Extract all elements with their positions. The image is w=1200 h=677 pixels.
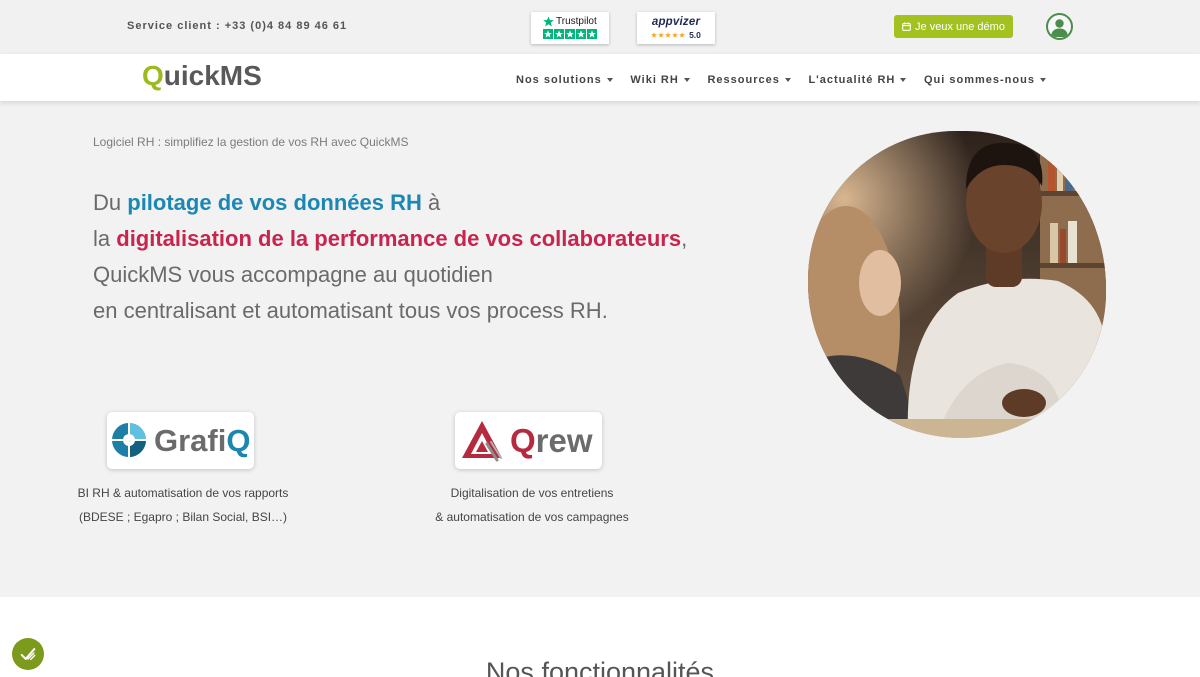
nav-item-label: Wiki RH xyxy=(630,74,679,86)
top-bar: Service client : +33 (0)4 84 89 46 61 Tr… xyxy=(0,0,1200,54)
features-section: Nos fonctionnalités xyxy=(0,597,1200,677)
headline-text: , xyxy=(681,226,688,251)
demo-request-label: Je veux une démo xyxy=(915,20,1005,33)
hero-section: Logiciel RH : simplifiez la gestion de v… xyxy=(0,101,1200,597)
trustpilot-star-icon xyxy=(576,29,586,39)
trustpilot-label: Trustpilot xyxy=(556,15,597,27)
headline-highlight-red: digitalisation de la performance de vos … xyxy=(116,226,682,251)
features-title: Nos fonctionnalités xyxy=(485,657,715,677)
nav-item-label: Ressources xyxy=(707,74,780,86)
headline-line-4: en centralisant et automatisant tous vos… xyxy=(93,298,608,323)
caption-line: (BDESE ; Egapro ; Bilan Social, BSI…) xyxy=(78,510,288,524)
headline-line-2: la digitalisation de la performance de v… xyxy=(93,221,687,257)
caret-down-icon xyxy=(683,78,690,82)
trustpilot-badge[interactable]: Trustpilot xyxy=(531,12,609,44)
appvizer-star-icon xyxy=(665,32,671,38)
appvizer-rating-value: 5.0 xyxy=(689,30,701,40)
appvizer-rating-row: 5.0 xyxy=(637,30,715,40)
appvizer-star-icon xyxy=(672,32,678,38)
trustpilot-star-icon xyxy=(554,29,564,39)
logo-text: Grafi xyxy=(154,423,227,458)
logo-accent-letter: Q xyxy=(142,60,164,91)
headline-text: la xyxy=(93,226,117,251)
caret-down-icon xyxy=(1039,78,1046,82)
nav-menu: Nos solutions Wiki RH Ressources L'actua… xyxy=(516,73,1046,87)
logo-text: uickMS xyxy=(163,60,262,91)
caret-down-icon xyxy=(784,78,791,82)
trustpilot-header: Trustpilot xyxy=(543,15,597,28)
headline-line-3: QuickMS vous accompagne au quotidien xyxy=(93,262,493,287)
nav-item-wiki-rh[interactable]: Wiki RH xyxy=(630,73,690,87)
grafiq-logo-text: GrafiQ xyxy=(154,412,250,469)
trustpilot-star-icon xyxy=(543,16,554,27)
caption-line: & automatisation de vos campagnes xyxy=(435,510,629,524)
hero-kicker: Logiciel RH : simplifiez la gestion de v… xyxy=(93,135,409,149)
appvizer-star-icon xyxy=(679,32,685,38)
calendar-icon xyxy=(902,22,911,31)
trustpilot-star-icon xyxy=(587,29,597,39)
trustpilot-star-icon xyxy=(543,29,553,39)
logo-accent-letter: Q xyxy=(510,422,536,459)
logo-text: rew xyxy=(535,422,593,459)
quickms-logo[interactable]: QuickMS xyxy=(142,60,262,92)
headline-line-1: Du pilotage de vos données RH à xyxy=(93,185,687,221)
hero-photo xyxy=(808,131,1106,438)
logo-accent-letter: Q xyxy=(226,423,251,458)
headline-highlight-blue: pilotage de vos données RH xyxy=(127,190,422,215)
caption-line: Digitalisation de vos entretiens xyxy=(450,486,614,500)
nav-item-nos-solutions[interactable]: Nos solutions xyxy=(516,73,613,87)
user-icon[interactable] xyxy=(1046,13,1073,40)
qrew-logo-icon xyxy=(462,418,506,462)
qrew-logo-text: Qrew xyxy=(510,412,593,469)
hero-headline: Du pilotage de vos données RH à la digit… xyxy=(93,185,687,329)
main-navigation: QuickMS Nos solutions Wiki RH Ressources… xyxy=(0,54,1200,101)
product-card-grafiq[interactable]: GrafiQ xyxy=(107,412,254,469)
headline-text: Du xyxy=(93,190,128,215)
caret-down-icon xyxy=(900,78,907,82)
customer-service-phone: Service client : +33 (0)4 84 89 46 61 xyxy=(127,20,348,32)
caret-down-icon xyxy=(606,78,613,82)
grafiq-caption: BI RH & automatisation de vos rapports (… xyxy=(58,481,308,529)
caption-line: BI RH & automatisation de vos rapports xyxy=(77,486,289,500)
nav-item-label: L'actualité RH xyxy=(808,74,896,86)
grafiq-logo-icon xyxy=(111,422,147,458)
nav-item-qui-sommes-nous[interactable]: Qui sommes-nous xyxy=(924,73,1046,87)
nav-item-label: Qui sommes-nous xyxy=(924,74,1035,86)
appvizer-label: appvizer xyxy=(651,16,701,28)
nav-item-ressources[interactable]: Ressources xyxy=(707,73,791,87)
nav-item-label: Nos solutions xyxy=(516,74,602,86)
appvizer-badge[interactable]: appvizer 5.0 xyxy=(637,12,715,44)
appvizer-star-icon xyxy=(651,32,657,38)
trustpilot-rating-stars xyxy=(543,29,597,39)
nav-item-actualite-rh[interactable]: L'actualité RH xyxy=(808,73,907,87)
appvizer-star-icon xyxy=(658,32,664,38)
product-card-qrew[interactable]: Qrew xyxy=(455,412,602,469)
qrew-caption: Digitalisation de vos entretiens & autom… xyxy=(407,481,657,529)
headline-text: à xyxy=(421,190,441,215)
appvizer-rating-stars xyxy=(651,32,685,38)
demo-request-button[interactable]: Je veux une démo xyxy=(894,15,1013,38)
trustpilot-star-icon xyxy=(565,29,575,39)
cookie-consent-icon[interactable] xyxy=(12,638,44,670)
